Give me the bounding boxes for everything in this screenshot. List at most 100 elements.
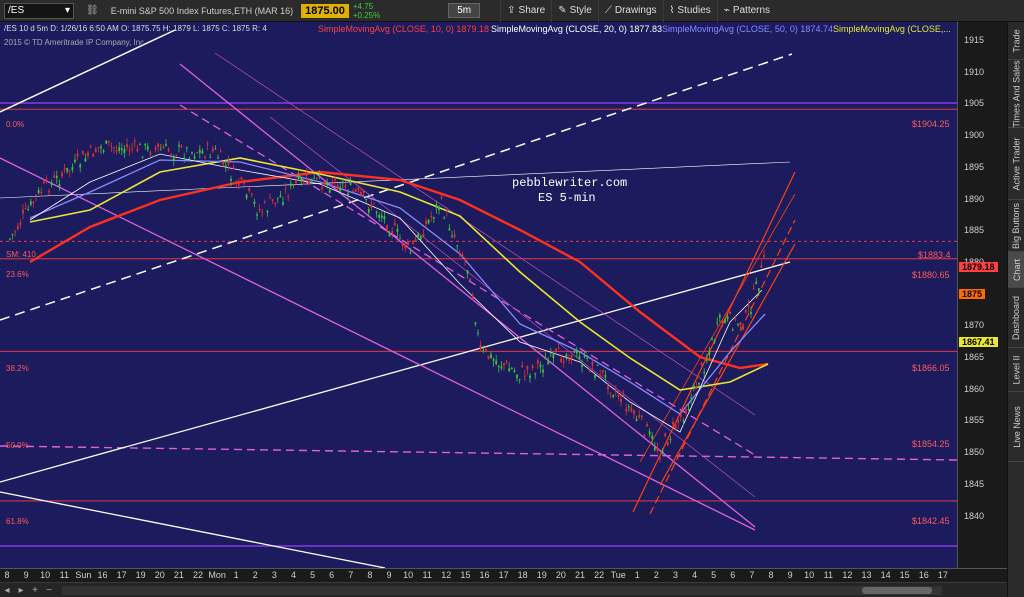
time-tick-label: 17 [498,570,509,580]
time-tick-label: 11 [422,570,432,580]
candle-body [258,208,261,211]
sma-legend-200: SimpleMovingAvg (CLOSE,... [833,24,951,34]
tab-big-buttons[interactable]: Big Buttons [1008,200,1024,252]
candle-body [479,345,482,349]
candle-body [113,147,115,149]
sm-price: $1883.4 [918,250,951,260]
scroll-thumb[interactable] [862,586,932,594]
fib-pct-500: 50.0% [6,441,29,450]
candle-body [235,181,238,183]
candle-body [718,314,721,318]
candle-body [422,233,425,238]
price-axis[interactable]: 1915191019051900189518901885188018751870… [957,22,1007,568]
candle-body [131,148,134,150]
sm-label: SM: 410 [6,250,36,259]
tab-trade[interactable]: Trade [1008,22,1024,60]
patterns-button[interactable]: ⌁ Patterns [716,0,776,22]
candle-body [269,197,271,199]
candle-body [334,178,336,181]
price-chart[interactable]: /ES 10 d 5m D: 1/26/16 6:50 AM O: 1875.7… [0,22,957,568]
candle-body [183,157,186,159]
candle-body [367,209,370,213]
candle-body [24,207,27,209]
drawings-icon: ⟋ [604,5,612,16]
candle-body [66,167,69,172]
tab-active-trader[interactable]: Active Trader [1008,128,1024,200]
tab-dashboard[interactable]: Dashboard [1008,288,1024,348]
candle-body [737,323,739,325]
candle-body [435,204,438,208]
interval-selector[interactable]: 5m [448,3,481,18]
time-tick-label: 15 [460,570,471,580]
candle-body [360,192,362,196]
candle-body [562,361,565,363]
fib-50-dashed-line [0,445,957,461]
time-axis[interactable]: 8 9 10 11 Sun 16 17 19 20 21 22 Mon 1 2 3 4 5 6 7 8 9 10 11 12 1… [0,568,1007,582]
candle-body [87,152,89,156]
candle-body [165,144,167,147]
price-tick-label: 1915 [964,35,985,45]
magenta-channel-thin [214,52,756,416]
candle-body [357,187,360,191]
tab-chart[interactable]: Chart [1008,252,1024,288]
candle-body [14,231,17,233]
time-tick-label: 10 [804,570,815,580]
price-tick-label: 1910 [964,66,985,77]
time-tick-label: 11 [823,570,833,580]
chevron-down-icon[interactable]: ▾ [65,5,70,16]
scroll-right-icon[interactable]: ▸ [14,585,28,596]
candle-body [128,150,131,152]
candle-body [391,231,394,233]
time-tick-label: 8 [4,570,10,580]
share-button[interactable]: ⇪ Share [500,0,551,22]
patterns-icon: ⌁ [723,5,730,16]
price-flag: 1875 [959,288,986,299]
zoom-in-icon[interactable]: + [28,585,42,596]
scroll-track[interactable] [62,585,942,595]
change-abs: +4.75 [352,1,374,11]
candle-body [172,156,175,161]
brush-icon: ✎ [558,5,567,16]
copyright-text: 2015 © TD Ameritrade IP Company, Inc. [4,38,147,47]
link-icon[interactable]: ⛓ [86,5,99,16]
candle-body [326,182,329,185]
chart-canvas[interactable] [0,22,957,568]
candle-body [664,433,667,437]
chart-ohlc-header: /ES 10 d 5m D: 1/26/16 6:50 AM O: 1875.7… [4,24,267,33]
drawings-button[interactable]: ⟋ Drawings [597,0,663,22]
white-trendline [0,261,791,483]
time-tick-label: 7 [348,570,354,580]
tab-level-ii[interactable]: Level II [1008,348,1024,392]
time-tick-label: 8 [768,570,774,580]
time-tick-label: 19 [135,570,146,580]
candle-body [690,398,693,400]
candle-body [700,362,703,365]
candle-body [378,214,381,218]
candle-body [245,194,248,199]
candle-body [412,240,414,244]
time-tick-label: 14 [880,570,891,580]
tab-live-news[interactable]: Live News [1008,392,1024,462]
candle-body [760,265,763,268]
scroll-left-icon[interactable]: ◂ [0,585,14,596]
price-tick-label: 1860 [964,383,985,394]
candle-body [646,423,648,427]
candle-body [570,354,573,359]
tab-times-and-sales[interactable]: Times And Sales [1008,60,1024,128]
candle-body [458,254,461,256]
candle-body [469,278,472,282]
candle-body [136,148,139,152]
time-tick-label: 4 [290,570,297,580]
candle-body [531,365,534,368]
symbol-input[interactable]: /ES ▾ [4,2,74,19]
studies-button[interactable]: ⌇ Studies [662,0,717,22]
sma-10-text: SimpleMovingAvg (CLOSE, 10, 0) [318,24,454,34]
style-button[interactable]: ✎ Style [551,0,598,22]
candle-body [669,438,672,441]
candle-body [682,420,685,422]
fib-pct-0: 0.0% [6,120,25,129]
candle-body [240,177,243,180]
zoom-out-icon[interactable]: − [42,585,56,596]
chart-scrollbar[interactable]: ◂ ▸ + − [0,582,1007,597]
candle-body [243,181,245,184]
